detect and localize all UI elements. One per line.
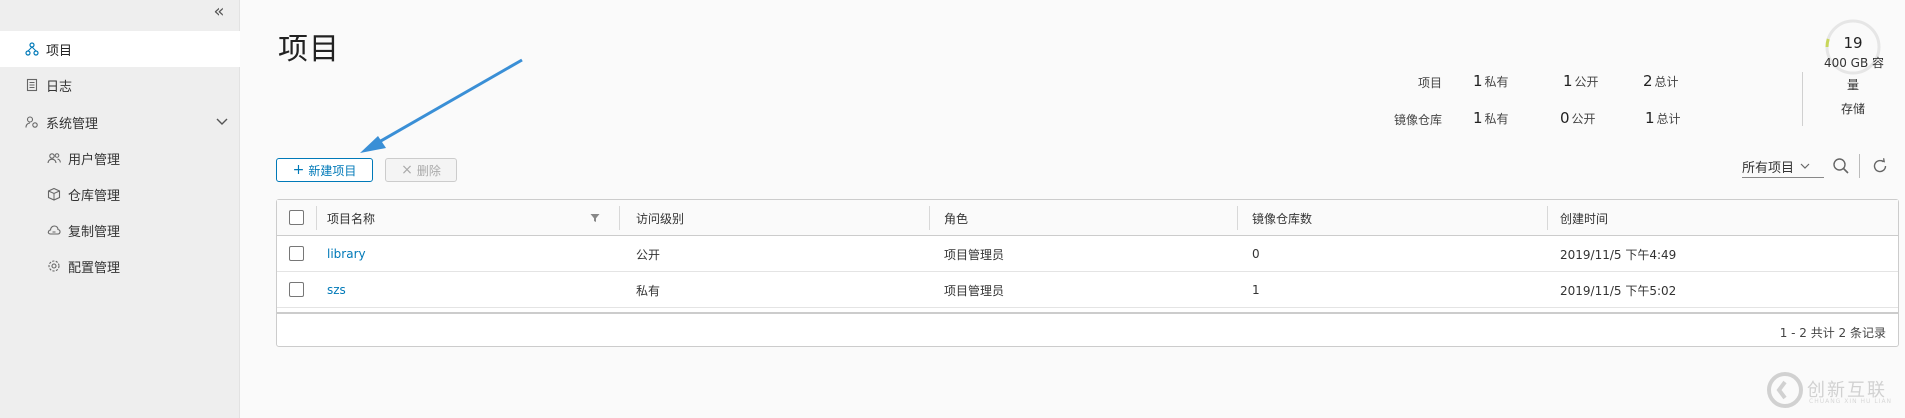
summary-divider [1802, 72, 1803, 126]
users-icon [46, 150, 62, 166]
gear-icon [46, 258, 62, 274]
column-divider [619, 206, 620, 230]
filter-value: 所有项目 [1742, 161, 1795, 176]
pagination-info: 1 - 2 共计 2 条记录 [1779, 326, 1886, 340]
double-chevron-left-icon[interactable]: « [209, 3, 229, 22]
column-header-created[interactable]: 创建时间 [1560, 200, 1608, 236]
sidebar-item-label: 用户管理 [68, 152, 121, 168]
storage-label: 存储 [1840, 102, 1865, 116]
summary-total: 2 总计 [1643, 72, 1679, 90]
sidebar-item-users[interactable]: 用户管理 [0, 140, 240, 176]
new-project-label: 新建项目 [308, 163, 357, 178]
sidebar-item-projects[interactable]: 项目 [0, 31, 240, 67]
table-header: 项目名称 访问级别 角色 镜像仓库数 创建时间 [277, 200, 1898, 236]
search-icon[interactable] [1830, 155, 1852, 177]
project-name-link[interactable]: library [327, 236, 366, 272]
sidebar-item-label: 复制管理 [68, 224, 121, 240]
cloud-icon [46, 222, 62, 238]
cell-role: 项目管理员 [944, 247, 1005, 262]
refresh-icon[interactable] [1869, 155, 1891, 177]
cell-repo-count: 0 [1252, 247, 1260, 261]
cell-access: 私有 [636, 283, 661, 298]
storage-gauge: 19 400 GB 容 量 存储 [1818, 18, 1888, 118]
summary-public: 1 公开 [1563, 72, 1599, 90]
delete-button[interactable]: × 删除 [385, 158, 457, 182]
log-icon [24, 77, 40, 93]
row-checkbox[interactable] [289, 282, 304, 297]
chevron-down-icon [1800, 161, 1810, 172]
storage-capacity-cont: 量 [1846, 78, 1859, 92]
sidebar-item-label: 配置管理 [68, 260, 121, 276]
sidebar-item-replication[interactable]: 复制管理 [0, 212, 240, 248]
sidebar-item-logs[interactable]: 日志 [0, 67, 240, 103]
projects-table: 项目名称 访问级别 角色 镜像仓库数 创建时间 library 公开 项目管理员… [276, 199, 1899, 347]
summary-row-label: 镜像仓库 [1393, 113, 1442, 127]
column-divider [929, 206, 930, 230]
summary-total: 1 总计 [1645, 109, 1681, 127]
row-checkbox[interactable] [289, 246, 304, 261]
filter-icon[interactable] [590, 200, 600, 236]
project-name-link[interactable]: szs [327, 272, 346, 308]
summary-private: 1 私有 [1473, 109, 1509, 127]
table-footer: 1 - 2 共计 2 条记录 [277, 312, 1898, 348]
summary-row-projects: 项目 1 私有 1 公开 2 总计 [1370, 72, 1790, 92]
cell-role: 项目管理员 [944, 283, 1005, 298]
project-filter-select[interactable]: 所有项目 [1742, 156, 1824, 178]
sidebar-item-configuration[interactable]: 配置管理 [0, 248, 240, 284]
projects-icon [24, 41, 40, 57]
column-header-role[interactable]: 角色 [944, 200, 968, 236]
sidebar-item-registries[interactable]: 仓库管理 [0, 176, 240, 212]
toolbar-divider [1859, 154, 1860, 178]
column-divider [316, 206, 317, 230]
table-row: szs 私有 项目管理员 1 2019/11/5 下午5:02 [277, 272, 1898, 308]
plus-icon: + [292, 162, 305, 178]
sidebar-item-system-admin[interactable]: 系统管理 [0, 104, 240, 140]
sidebar-item-label: 仓库管理 [68, 188, 121, 204]
page-title: 项目 [278, 32, 340, 67]
storage-value: 19 [1843, 34, 1863, 52]
summary-row-repositories: 镜像仓库 1 私有 0 公开 1 总计 [1370, 109, 1790, 129]
column-header-access[interactable]: 访问级别 [636, 200, 684, 236]
delete-label: 删除 [416, 163, 441, 178]
column-divider [1547, 206, 1548, 230]
cell-created: 2019/11/5 下午4:49 [1560, 247, 1677, 262]
sidebar-item-label: 项目 [46, 43, 73, 59]
summary-private: 1 私有 [1473, 72, 1509, 90]
sidebar: « 项目 日志 系统管理 用户管理 仓库管理 复制管理 配置管理 [0, 0, 240, 418]
close-icon: × [401, 162, 413, 178]
cell-access: 公开 [636, 247, 661, 262]
cell-created: 2019/11/5 下午5:02 [1560, 283, 1677, 298]
new-project-button[interactable]: + 新建项目 [276, 158, 373, 182]
watermark-logo: 创新互联 CHUANG XIN HU LIAN [1765, 370, 1905, 414]
watermark-subtext: CHUANG XIN HU LIAN [1809, 398, 1893, 405]
table-row: library 公开 项目管理员 0 2019/11/5 下午4:49 [277, 236, 1898, 272]
sidebar-item-label: 系统管理 [46, 116, 99, 132]
column-header-name[interactable]: 项目名称 [327, 200, 375, 236]
column-divider [1237, 206, 1238, 230]
storage-capacity: 400 GB 容 [1823, 56, 1885, 70]
project-summary: 项目 1 私有 1 公开 2 总计 镜像仓库 1 私有 0 公开 1 总计 [1370, 72, 1790, 132]
column-header-repo-count[interactable]: 镜像仓库数 [1252, 200, 1312, 236]
cell-repo-count: 1 [1252, 283, 1260, 297]
sidebar-item-label: 日志 [46, 79, 73, 95]
summary-row-label: 项目 [1417, 76, 1442, 90]
select-all-checkbox[interactable] [289, 210, 304, 225]
watermark-icon [1767, 372, 1803, 408]
summary-public: 0 公开 [1560, 109, 1596, 127]
box-icon [46, 186, 62, 202]
admin-icon [24, 114, 40, 130]
chevron-down-icon[interactable] [214, 114, 230, 130]
